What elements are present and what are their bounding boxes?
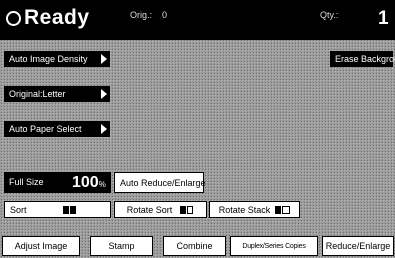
tab-label: Reduce/Enlarge: [325, 241, 391, 251]
auto-reduce-enlarge-button[interactable]: Auto Reduce/Enlarge: [114, 172, 206, 193]
originals-count: 0: [162, 10, 168, 20]
status-bar: Ready Orig.: 0 Qty.: 1: [0, 0, 395, 40]
original-letter-button[interactable]: Original:Letter: [4, 86, 110, 102]
auto-reduce-enlarge-label: Auto Reduce/Enlarge: [120, 177, 206, 188]
tab-adjust-image[interactable]: Adjust Image: [2, 236, 80, 256]
auto-paper-select-label: Auto Paper Select: [9, 124, 82, 134]
arrow-right-icon: [101, 124, 107, 134]
quantity-label: Qty.:: [320, 10, 339, 20]
full-size-button[interactable]: Full Size 100%: [4, 172, 111, 193]
ready-status: Ready: [24, 6, 90, 29]
zoom-unit: %: [98, 180, 106, 189]
sort-icon: [62, 205, 77, 214]
ready-circle-icon: [6, 11, 21, 26]
quantity-value: 1: [378, 8, 389, 29]
rotate-sort-button[interactable]: Rotate Sort: [114, 201, 207, 218]
tab-reduce-enlarge[interactable]: Reduce/Enlarge: [322, 236, 394, 256]
auto-image-density-label: Auto Image Density: [9, 54, 88, 64]
full-size-label: Full Size: [9, 177, 44, 187]
erase-background-label: Erase Background: [335, 54, 395, 64]
erase-background-button[interactable]: Erase Background: [330, 51, 395, 67]
auto-image-density-button[interactable]: Auto Image Density: [4, 51, 110, 67]
rotate-sort-label: Rotate Sort: [126, 204, 173, 215]
rotate-stack-label: Rotate Stack: [218, 204, 271, 215]
sort-button[interactable]: Sort: [4, 201, 111, 218]
original-letter-label: Original:Letter: [9, 89, 66, 99]
tab-stamp[interactable]: Stamp: [90, 236, 153, 256]
tab-label: Duplex/Series Copies: [242, 242, 306, 250]
sort-label: Sort: [10, 204, 27, 215]
zoom-value: 100: [72, 174, 99, 191]
tab-label: Stamp: [108, 241, 135, 251]
tab-combine[interactable]: Combine: [163, 236, 226, 256]
arrow-right-icon: [101, 89, 107, 99]
zoom-percent: 100%: [72, 174, 106, 192]
arrow-right-icon: [101, 54, 107, 64]
auto-paper-select-button[interactable]: Auto Paper Select: [4, 121, 110, 137]
rotate-sort-icon: [180, 205, 194, 214]
originals-label: Orig.:: [130, 10, 153, 20]
rotate-stack-icon: [275, 205, 291, 214]
tab-label: Combine: [176, 241, 213, 251]
rotate-stack-button[interactable]: Rotate Stack: [209, 201, 300, 218]
tab-label: Adjust Image: [14, 241, 68, 251]
tab-duplex-series-copies[interactable]: Duplex/Series Copies: [230, 236, 318, 256]
